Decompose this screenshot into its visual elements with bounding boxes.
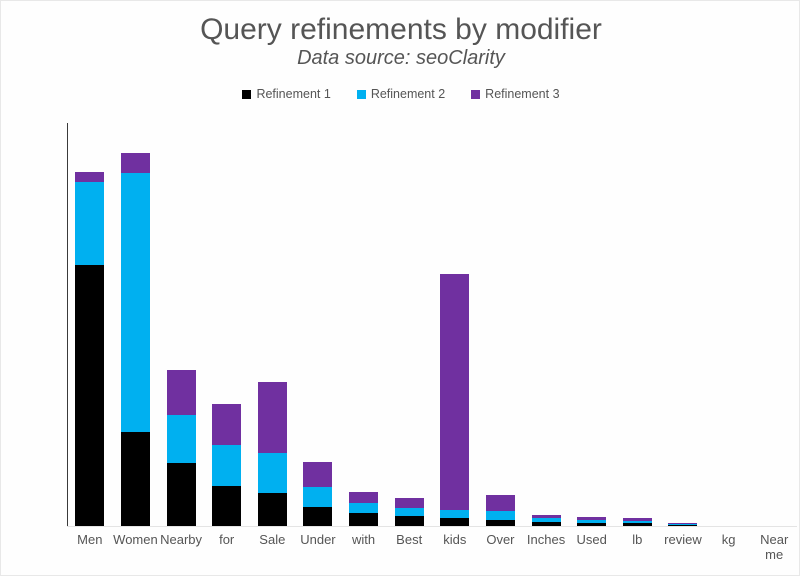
x-tick-label: review (664, 532, 702, 547)
bar-segment[interactable] (440, 509, 470, 519)
x-axis-baseline (67, 526, 797, 527)
bar-segment[interactable] (531, 514, 561, 519)
bar-segment[interactable] (257, 452, 287, 494)
bar-segment[interactable] (622, 523, 652, 526)
bar-segment[interactable] (166, 369, 196, 416)
x-tick-label: Best (396, 532, 423, 547)
x-tick-label: Under (300, 532, 336, 547)
bar-segment[interactable] (485, 494, 515, 511)
bar-segment[interactable] (75, 182, 105, 266)
bar-group[interactable] (622, 518, 652, 526)
bar-segment[interactable] (257, 382, 287, 453)
x-tick-label: with (352, 532, 376, 547)
bar-segment[interactable] (212, 485, 242, 526)
x-tick-label: kg (721, 532, 736, 547)
x-tick-label: Used (576, 532, 607, 547)
x-tick-label: Inches (526, 532, 566, 547)
chart-legend: Refinement 1 Refinement 2 Refinement 3 (1, 87, 800, 101)
bar-group[interactable] (75, 172, 105, 526)
bar-segment[interactable] (303, 461, 333, 487)
y-axis-line (67, 123, 68, 526)
bar-segment[interactable] (394, 498, 424, 509)
legend-label-refinement-3: Refinement 3 (485, 87, 560, 101)
bar-segment[interactable] (577, 522, 607, 526)
legend-label-refinement-1: Refinement 1 (256, 87, 331, 101)
x-tick-label: Near me (760, 532, 789, 562)
bar-segment[interactable] (257, 493, 287, 526)
bar-segment[interactable] (577, 516, 607, 520)
chart-subtitle: Data source: seoClarity (297, 47, 505, 69)
legend-swatch-refinement-2 (356, 89, 366, 99)
bar-segment[interactable] (622, 518, 652, 521)
bar-group[interactable] (303, 461, 333, 526)
legend-item-refinement-3[interactable]: Refinement 3 (471, 87, 560, 101)
bar-segment[interactable] (303, 486, 333, 508)
bar-segment[interactable] (212, 403, 242, 446)
bar-group[interactable] (440, 274, 470, 526)
x-tick-label: lb (632, 532, 643, 547)
bar-segment[interactable] (75, 172, 105, 183)
bar-group[interactable] (577, 516, 607, 526)
bar-segment[interactable] (394, 508, 424, 516)
bar-group[interactable] (120, 153, 150, 526)
bar-segment[interactable] (577, 519, 607, 523)
legend-swatch-refinement-1 (242, 89, 252, 99)
bar-segment[interactable] (120, 173, 150, 432)
x-tick-label: Men (77, 532, 103, 547)
bar-segment[interactable] (303, 507, 333, 526)
bar-group[interactable] (257, 382, 287, 526)
bar-segment[interactable] (120, 153, 150, 174)
bar-segment[interactable] (440, 274, 470, 510)
x-tick-label: Sale (259, 532, 286, 547)
x-tick-label: Nearby (160, 532, 203, 547)
chart-frame: Query refinements by modifier Data sourc… (0, 0, 800, 576)
bar-group[interactable] (485, 494, 515, 526)
bar-group[interactable] (212, 403, 242, 526)
bar-group[interactable] (166, 369, 196, 526)
legend-label-refinement-2: Refinement 2 (370, 87, 446, 101)
bar-segment[interactable] (668, 525, 698, 526)
bar-segment[interactable] (485, 519, 515, 526)
bar-group[interactable] (394, 498, 424, 526)
bar-segment[interactable] (531, 522, 561, 526)
bar-segment[interactable] (75, 265, 105, 526)
bar-segment[interactable] (166, 463, 196, 526)
bar-group[interactable] (349, 492, 379, 526)
bar-segment[interactable] (349, 492, 379, 504)
x-tick-label: Over (486, 532, 515, 547)
bar-segment[interactable] (622, 520, 652, 524)
bar-segment[interactable] (531, 518, 561, 523)
bar-segment[interactable] (668, 522, 698, 524)
legend-swatch-refinement-3 (471, 89, 481, 99)
bar-segment[interactable] (349, 503, 379, 514)
chart-title: Query refinements by modifier (200, 13, 602, 46)
bar-segment[interactable] (166, 415, 196, 464)
bar-group[interactable] (668, 522, 698, 526)
bar-segment[interactable] (485, 510, 515, 520)
x-tick-label: kids (443, 532, 467, 547)
x-tick-label: for (219, 532, 235, 547)
legend-item-refinement-1[interactable]: Refinement 1 (242, 87, 331, 101)
bar-segment[interactable] (440, 518, 470, 526)
legend-item-refinement-2[interactable]: Refinement 2 (356, 87, 446, 101)
bar-segment[interactable] (120, 431, 150, 526)
plot-area: 02,0004,0006,0008,00010,00012,00014,0001… (67, 123, 797, 562)
bar-segment[interactable] (349, 513, 379, 526)
bar-segment[interactable] (212, 445, 242, 486)
bar-segment[interactable] (668, 523, 698, 525)
x-tick-label: Women (113, 532, 158, 547)
bar-group[interactable] (531, 514, 561, 526)
bar-segment[interactable] (394, 515, 424, 526)
